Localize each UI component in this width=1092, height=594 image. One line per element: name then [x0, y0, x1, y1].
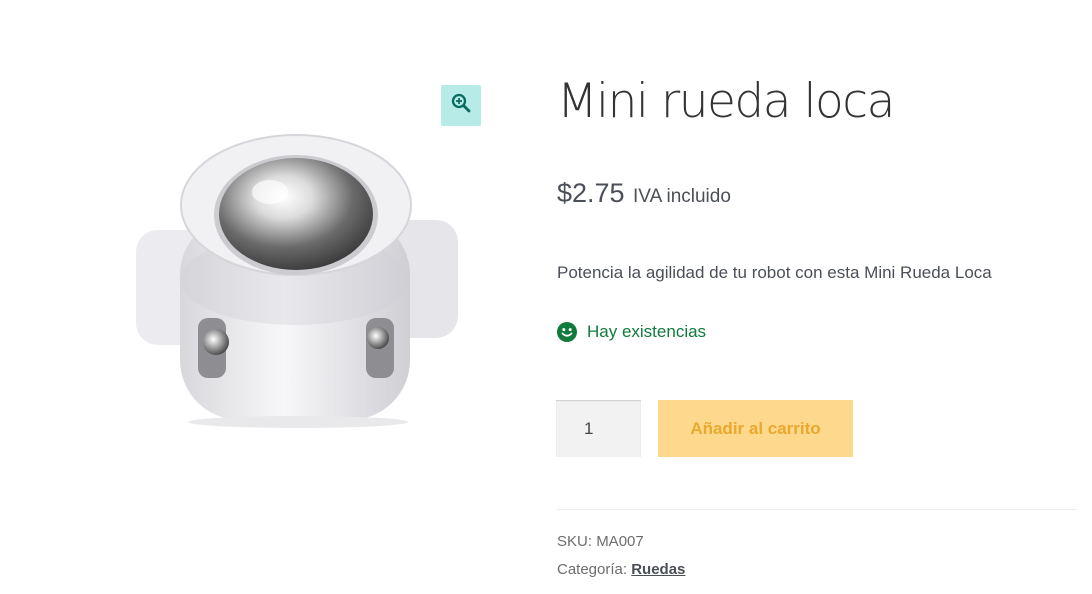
- stock-status: Hay existencias: [557, 322, 706, 342]
- smiley-icon: [557, 322, 577, 342]
- zoom-button[interactable]: [441, 85, 481, 126]
- product-title: Mini rueda loca: [557, 74, 895, 129]
- zoom-in-icon: [451, 93, 471, 118]
- category-link[interactable]: Ruedas: [631, 561, 685, 578]
- product-gallery: [120, 70, 490, 470]
- add-to-cart-form: Añadir al carrito: [556, 400, 853, 457]
- divider: [557, 509, 1077, 510]
- category-label: Categoría:: [557, 561, 628, 578]
- short-description: Potencia la agilidad de tu robot con est…: [557, 263, 992, 282]
- product-image[interactable]: [120, 130, 470, 430]
- product-category: Categoría: Ruedas: [557, 561, 685, 578]
- stock-status-text: Hay existencias: [587, 322, 707, 341]
- product-sku: SKU: MA007: [557, 533, 644, 550]
- sku-label: SKU:: [557, 533, 593, 550]
- quantity-input[interactable]: [556, 400, 641, 457]
- sku-value: MA007: [596, 533, 644, 550]
- add-to-cart-button[interactable]: Añadir al carrito: [658, 400, 853, 457]
- price-suffix: IVA incluido: [633, 186, 731, 207]
- price-amount: $2.75: [557, 178, 625, 208]
- product-price: $2.75 IVA incluido: [557, 178, 731, 209]
